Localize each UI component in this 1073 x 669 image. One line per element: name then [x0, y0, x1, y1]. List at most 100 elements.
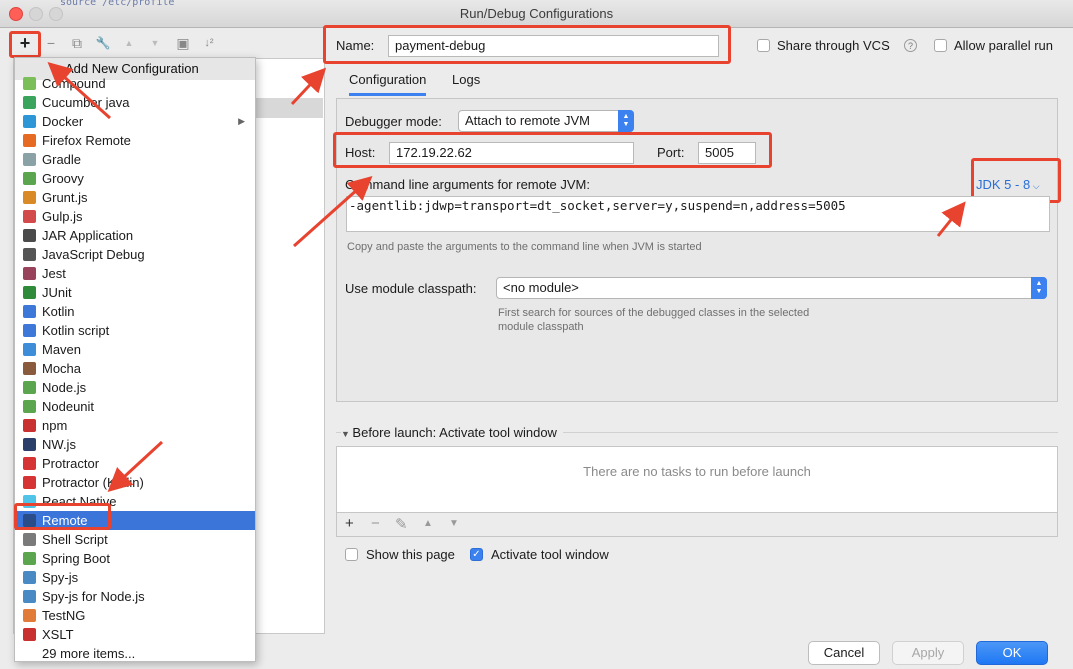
nwjs-icon: [23, 438, 36, 451]
menu-item-gulp-js[interactable]: Gulp.js: [15, 207, 255, 226]
compound-icon: [23, 77, 36, 90]
move-up-icon[interactable]: ▲: [118, 32, 140, 54]
module-classpath-select[interactable]: <no module> ▲ ▼: [496, 277, 1047, 299]
menu-item-label: JavaScript Debug: [42, 247, 145, 262]
edit-defaults-icon[interactable]: 🔧: [92, 32, 114, 54]
menu-item-javascript-debug[interactable]: JavaScript Debug: [15, 245, 255, 264]
menu-item-label: Mocha: [42, 361, 82, 376]
annotation-highlight-host-port: [333, 132, 772, 168]
menu-item-compound[interactable]: Compound: [15, 74, 255, 93]
before-launch-task-list[interactable]: There are no tasks to run before launch: [336, 446, 1058, 513]
remove-task-button[interactable]: −: [371, 515, 380, 532]
menu-item-jar-application[interactable]: JAR Application: [15, 226, 255, 245]
firefox-icon: [23, 134, 36, 147]
tab-logs[interactable]: Logs: [452, 72, 480, 87]
module-hint-line-2: module classpath: [498, 321, 584, 333]
menu-item-gradle[interactable]: Gradle: [15, 150, 255, 169]
menu-item-node-js[interactable]: Node.js: [15, 378, 255, 397]
menu-item-label: Groovy: [42, 171, 84, 186]
before-launch-toolbar: + − ✎ ▲ ▼: [336, 513, 1058, 537]
before-launch-header[interactable]: ▼ Before launch: Activate tool window: [341, 425, 563, 440]
menu-item-docker[interactable]: Docker ▶: [15, 112, 255, 131]
remove-configuration-button[interactable]: −: [40, 32, 62, 54]
menu-item-label: Protractor (Kotlin): [42, 475, 144, 490]
menu-item-nodeunit[interactable]: Nodeunit: [15, 397, 255, 416]
show-page-label: Show this page: [366, 547, 455, 562]
menu-item-label: Gulp.js: [42, 209, 83, 224]
menu-item-spring-boot[interactable]: Spring Boot: [15, 549, 255, 568]
show-page-checkbox[interactable]: [345, 548, 358, 561]
menu-item-spy-js[interactable]: Spy-js: [15, 568, 255, 587]
menu-item-label: JAR Application: [42, 228, 134, 243]
add-task-button[interactable]: +: [345, 515, 354, 532]
move-task-down-icon[interactable]: ▼: [449, 518, 459, 529]
activate-tool-window-label: Activate tool window: [491, 547, 609, 562]
debugger-mode-select[interactable]: Attach to remote JVM ▲ ▼: [458, 110, 634, 132]
empty-tasks-text: There are no tasks to run before launch: [583, 464, 811, 479]
menu-item-jest[interactable]: Jest: [15, 264, 255, 283]
menu-item-xslt[interactable]: XSLT: [15, 625, 255, 644]
move-down-icon[interactable]: ▼: [144, 32, 166, 54]
nodejs-icon: [23, 381, 36, 394]
menu-item-protractor-kotlin[interactable]: Protractor (Kotlin): [15, 473, 255, 492]
menu-item-npm[interactable]: npm: [15, 416, 255, 435]
docker-icon: [23, 115, 36, 128]
allow-parallel-checkbox[interactable]: [934, 39, 947, 52]
debugger-mode-value: Attach to remote JVM: [465, 113, 590, 128]
add-configuration-popup: Add New Configuration Compound Cucumber j…: [14, 57, 256, 662]
select-stepper-icon: ▲ ▼: [1031, 277, 1047, 299]
cmd-args-field[interactable]: -agentlib:jdwp=transport=dt_socket,serve…: [346, 196, 1050, 232]
cucumber-icon: [23, 96, 36, 109]
collapse-triangle-icon: ▼: [341, 429, 353, 439]
kotlin-script-icon: [23, 324, 36, 337]
menu-item-cucumber-java[interactable]: Cucumber java: [15, 93, 255, 112]
annotation-highlight-remote: [14, 503, 111, 530]
menu-item-label: Spy-js for Node.js: [42, 589, 145, 604]
help-icon[interactable]: ?: [904, 39, 917, 52]
jest-icon: [23, 267, 36, 280]
menu-item-kotlin[interactable]: Kotlin: [15, 302, 255, 321]
allow-parallel-label: Allow parallel run: [954, 38, 1053, 53]
menu-item-spy-js-for-node-js[interactable]: Spy-js for Node.js: [15, 587, 255, 606]
edit-task-icon[interactable]: ✎: [395, 515, 408, 533]
menu-item-label: Cucumber java: [42, 95, 130, 110]
activate-tool-window-checkbox[interactable]: ✓: [470, 548, 483, 561]
menu-item-groovy[interactable]: Groovy: [15, 169, 255, 188]
submenu-arrow-icon: ▶: [238, 116, 245, 126]
menu-item-testng[interactable]: TestNG: [15, 606, 255, 625]
menu-item-mocha[interactable]: Mocha: [15, 359, 255, 378]
menu-item-grunt-js[interactable]: Grunt.js: [15, 188, 255, 207]
module-classpath-value: <no module>: [503, 280, 579, 295]
groovy-icon: [23, 172, 36, 185]
sort-icon[interactable]: ↓²: [198, 32, 220, 54]
menu-item-label: Shell Script: [42, 532, 108, 547]
apply-button[interactable]: Apply: [892, 641, 964, 665]
menu-item-firefox-remote[interactable]: Firefox Remote: [15, 131, 255, 150]
copy-configuration-button[interactable]: ⧉: [66, 32, 88, 54]
menu-item-label: Maven: [42, 342, 82, 357]
share-vcs-label: Share through VCS: [777, 38, 890, 53]
menu-item-maven[interactable]: Maven: [15, 340, 255, 359]
menu-item-29-more-items[interactable]: 29 more items...: [15, 644, 255, 661]
menu-item-junit[interactable]: JUnit: [15, 283, 255, 302]
tab-configuration[interactable]: Configuration: [349, 72, 427, 96]
jar-icon: [23, 229, 36, 242]
menu-item-protractor[interactable]: Protractor: [15, 454, 255, 473]
menu-item-shell-script[interactable]: Shell Script: [15, 530, 255, 549]
title-bar: source /etc/profile Run/Debug Configurat…: [0, 0, 1073, 28]
folder-icon[interactable]: ▣: [172, 32, 194, 54]
spyjs-node-icon: [23, 590, 36, 603]
kotlin-icon: [23, 305, 36, 318]
ok-button[interactable]: OK: [976, 641, 1048, 665]
menu-item-nw-js[interactable]: NW.js: [15, 435, 255, 454]
mocha-icon: [23, 362, 36, 375]
menu-item-label: XSLT: [42, 627, 74, 642]
spyjs-icon: [23, 571, 36, 584]
menu-item-kotlin-script[interactable]: Kotlin script: [15, 321, 255, 340]
menu-item-label: Compound: [42, 76, 106, 91]
move-task-up-icon[interactable]: ▲: [423, 518, 433, 529]
cancel-button[interactable]: Cancel: [808, 641, 880, 665]
share-vcs-checkbox[interactable]: [757, 39, 770, 52]
menu-item-label: TestNG: [42, 608, 86, 623]
menu-item-label: Spy-js: [42, 570, 79, 585]
